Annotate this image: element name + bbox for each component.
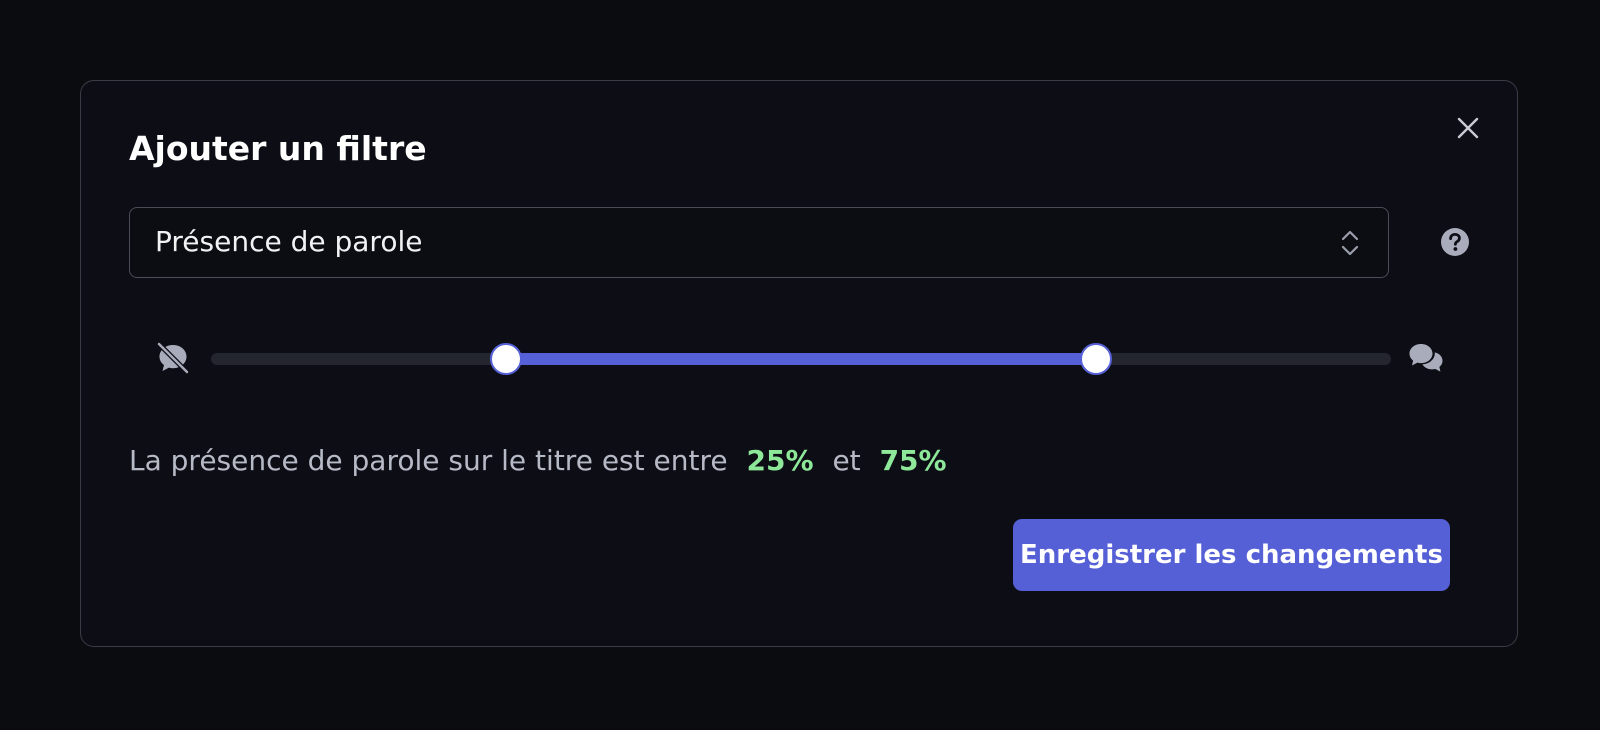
range-summary: La présence de parole sur le titre est e… <box>129 441 947 481</box>
slider-thumb-max[interactable] <box>1080 343 1112 375</box>
chat-bubbles-icon <box>1409 344 1443 372</box>
speech-range-slider <box>156 337 1444 381</box>
dialog-title: Ajouter un filtre <box>129 129 427 168</box>
slider-thumb-min[interactable] <box>490 343 522 375</box>
question-circle-icon[interactable] <box>1440 227 1470 257</box>
speech-off-icon <box>156 341 190 375</box>
filter-type-value: Présence de parole <box>155 225 423 258</box>
close-icon[interactable] <box>1455 115 1481 141</box>
summary-prefix: La présence de parole sur le titre est e… <box>129 444 728 477</box>
chevron-up-down-icon <box>1341 230 1359 256</box>
save-changes-button[interactable]: Enregistrer les changements <box>1013 519 1450 591</box>
summary-conjunction: et <box>832 444 861 477</box>
add-filter-dialog: Ajouter un filtre Présence de parole La <box>80 80 1518 647</box>
slider-track[interactable] <box>211 343 1391 375</box>
summary-high-value: 75% <box>879 444 947 477</box>
slider-selected-range <box>506 353 1096 365</box>
summary-low-value: 25% <box>746 444 814 477</box>
filter-type-select[interactable]: Présence de parole <box>129 207 1389 278</box>
